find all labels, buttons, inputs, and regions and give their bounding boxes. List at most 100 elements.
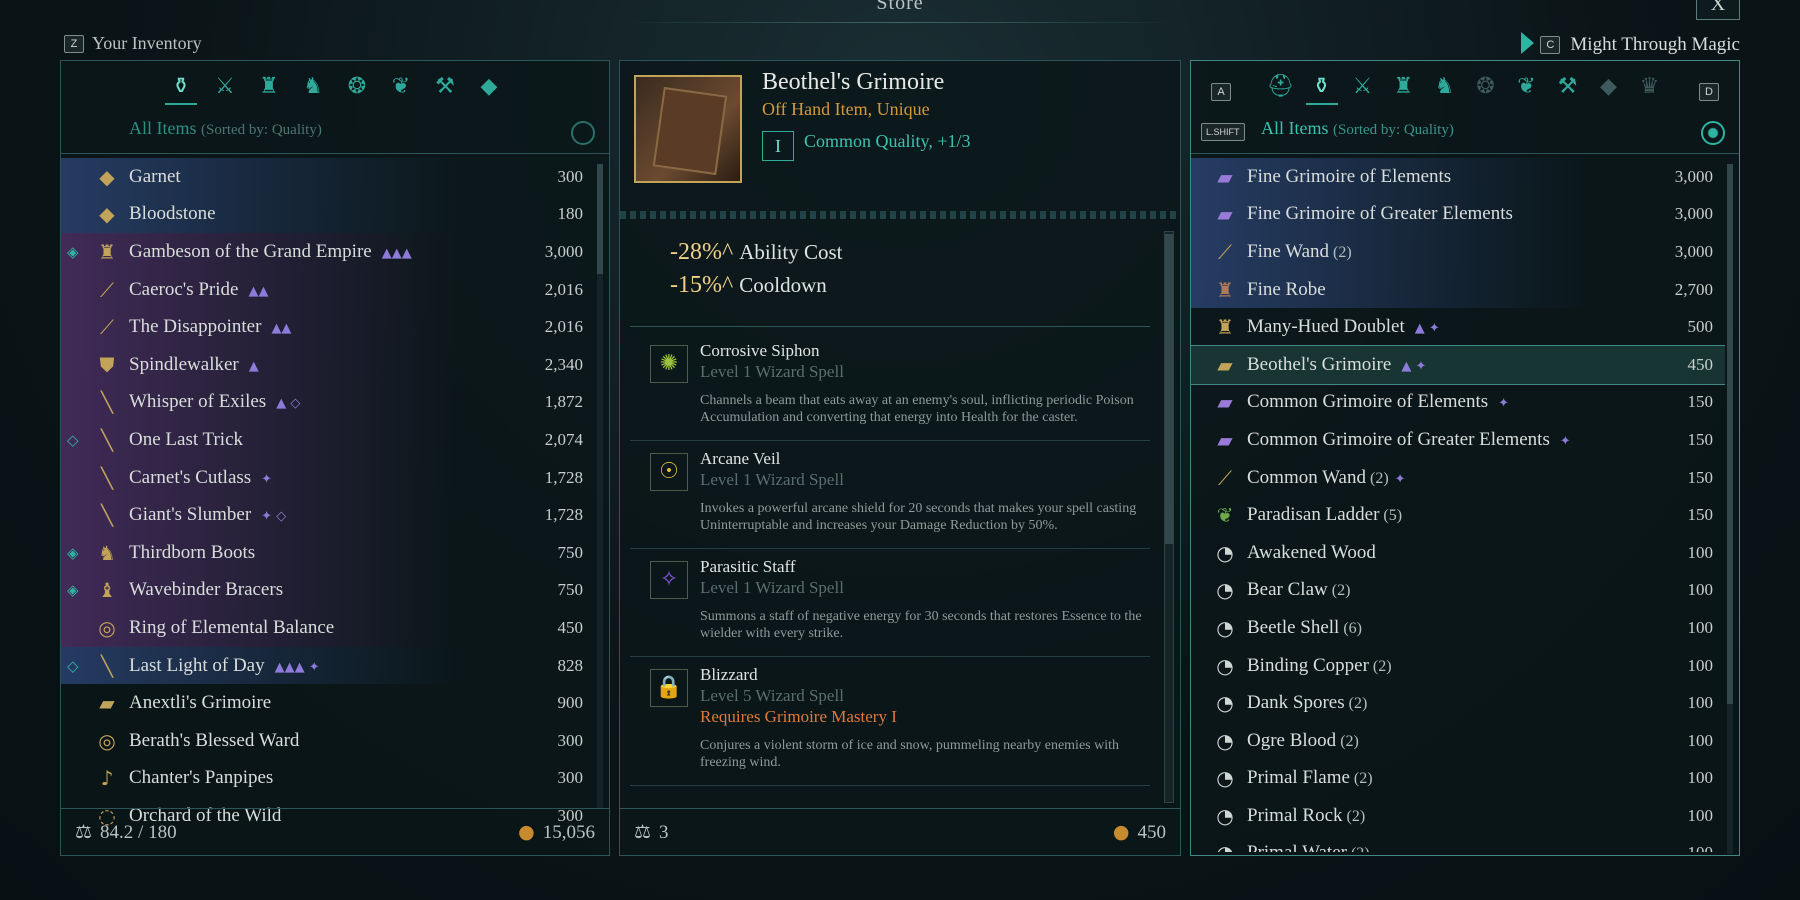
item-row[interactable]: ⛊ Spindlewalker ▲ 2,340 <box>61 345 595 384</box>
siphon-icon: ✺ <box>650 345 688 383</box>
item-price: 150 <box>1687 392 1714 412</box>
spell-entry[interactable]: ✺ Corrosive Siphon Level 1 Wizard Spell Cha… <box>630 333 1150 441</box>
item-row[interactable]: ╲ Giant's Slumber ✦ ◇ 1,728 <box>61 496 595 534</box>
spell-entry[interactable]: ☉ Arcane Veil Level 1 Wizard Spell Invokes … <box>630 441 1150 549</box>
item-row[interactable]: ◔ Ogre Blood (2) 100 <box>1191 722 1725 760</box>
item-price: 100 <box>1643 843 1714 852</box>
item-row[interactable]: ◔ Binding Copper (2) 100 <box>1191 647 1725 685</box>
armor-icon[interactable]: ♜ <box>253 71 285 103</box>
spell-name: Arcane Veil <box>700 449 781 468</box>
item-name: Garnet <box>129 166 513 188</box>
helmet-icon[interactable]: ⛑ <box>1265 71 1297 103</box>
item-row[interactable]: ◔ Primal Rock (2) 100 <box>1191 797 1725 835</box>
item-row[interactable]: ♪ Chanter's Panpipes 300 <box>61 760 595 798</box>
detail-scrollbar[interactable] <box>1164 231 1174 803</box>
item-name: Common Grimoire of Elements ✦ <box>1247 391 1643 413</box>
wand-icon: ⟋ <box>100 315 114 340</box>
boots-icon[interactable]: ♞ <box>1429 71 1461 103</box>
item-row[interactable]: ♜ Fine Robe 2,700 <box>1191 270 1725 309</box>
item-row[interactable]: ▰ Fine Grimoire of Greater Elements 3,000 <box>1191 195 1725 234</box>
item-name: The Disappointer ▲▲ <box>129 316 513 338</box>
inventory-sort[interactable]: All Items (Sorted by: Quality) <box>129 118 322 139</box>
vendor-hotkey: C <box>1540 36 1561 54</box>
gem-icon[interactable]: ◆ <box>1593 71 1625 103</box>
item-label: Giant's Slumber <box>129 504 252 526</box>
item-row[interactable]: ◔ Bear Claw (2) 100 <box>1191 572 1725 610</box>
boots-icon[interactable]: ♞ <box>297 71 329 103</box>
item-label: Beetle Shell <box>1247 616 1340 638</box>
item-upgrade-badge: ✦ <box>1559 433 1571 449</box>
all-items-icon[interactable]: ⚱ <box>1305 71 1338 105</box>
lock-icon: 🔒 <box>650 669 688 707</box>
quantity-value: 3 <box>659 821 669 843</box>
gem-icon[interactable]: ◆ <box>473 71 505 103</box>
inventory-scroll-thumb[interactable] <box>597 164 603 274</box>
item-row[interactable]: ╲ Whisper of Exiles ▲ ◇ 1,872 <box>61 383 595 422</box>
spell-entry[interactable]: ✧ Parasitic Staff Level 1 Wizard Spell Summ… <box>630 549 1150 657</box>
item-row[interactable]: ◔ Primal Flame (2) 100 <box>1191 760 1725 798</box>
item-row[interactable]: ⟋ The Disappointer ▲▲ 2,016 <box>61 308 595 346</box>
item-row[interactable]: ❦ Paradisan Ladder (5) 150 <box>1191 496 1725 534</box>
item-row[interactable]: ◇ ╲ Last Light of Day ▲▲▲ ✦ 828 <box>61 646 595 685</box>
item-row[interactable]: ◈ ♞ Thirdborn Boots 750 <box>61 533 595 572</box>
weapons-icon[interactable]: ⚔ <box>1347 71 1379 103</box>
item-upgrade-badge: ▲ ✦ <box>1401 358 1427 374</box>
item-row[interactable]: ◈ ♝ Wavebinder Bracers 750 <box>61 571 595 610</box>
crown-icon[interactable]: ♛ <box>1634 71 1666 103</box>
material-icon: ◔ <box>1216 691 1234 716</box>
armor-icon[interactable]: ♜ <box>1388 71 1420 103</box>
material-icon: ◔ <box>1216 653 1234 678</box>
item-row[interactable]: ◆ Garnet 300 <box>61 158 595 196</box>
item-row[interactable]: ▰ Anextli's Grimoire 900 <box>61 684 595 722</box>
anvil-icon[interactable]: ⚒ <box>1552 71 1584 103</box>
item-row[interactable]: ◎ Berath's Blessed Ward 300 <box>61 722 595 760</box>
item-row[interactable]: ▰ Common Grimoire of Greater Elements ✦ 150 <box>1191 421 1725 459</box>
item-row[interactable]: ◔ Awakened Wood 100 <box>1191 534 1725 572</box>
all-items-icon[interactable]: ⚱ <box>165 71 197 105</box>
item-row[interactable]: ◇ ╲ One Last Trick 2,074 <box>61 421 595 459</box>
item-stats: -28%^ Ability Cost -15%^ Cooldown <box>670 239 843 305</box>
weapons-icon[interactable]: ⚔ <box>209 71 241 103</box>
inventory-scrollbar[interactable] <box>597 164 603 809</box>
item-row[interactable]: ▰ Fine Grimoire of Elements 3,000 <box>1191 158 1725 196</box>
item-row[interactable]: ◈ ♜ Gambeson of the Grand Empire ▲▲▲ 3,000 <box>61 233 595 271</box>
item-row[interactable]: ♜ Many-Hued Doublet ▲ ✦ 500 <box>1191 308 1725 346</box>
detail-footer: ⚖ 3 ● 450 <box>620 808 1180 855</box>
close-button[interactable]: X <box>1696 0 1740 20</box>
accessories-icon[interactable]: ❂ <box>341 71 373 103</box>
item-row[interactable]: ▰ Common Grimoire of Elements ✦ 150 <box>1191 384 1725 422</box>
item-label: Fine Wand <box>1247 240 1330 262</box>
item-row[interactable]: ⟋ Common Wand (2) ✦ 150 <box>1191 459 1725 497</box>
item-label: Gambeson of the Grand Empire <box>129 240 372 262</box>
materials-icon[interactable]: ❦ <box>1511 71 1543 103</box>
detail-scroll-thumb[interactable] <box>1165 234 1173 544</box>
item-row[interactable]: ⟋ Caeroc's Pride ▲▲ 2,016 <box>61 270 595 309</box>
vendor-sort-toggle-icon[interactable] <box>1701 121 1725 145</box>
anvil-icon[interactable]: ⚒ <box>429 71 461 103</box>
item-row[interactable]: ◔ Beetle Shell (6) 100 <box>1191 609 1725 647</box>
vendor-sort[interactable]: All Items (Sorted by: Quality) <box>1261 118 1454 139</box>
vendor-sort-sub: (Sorted by: Quality) <box>1333 122 1454 138</box>
item-label: Many-Hued Doublet <box>1247 316 1405 338</box>
item-price: 100 <box>1687 655 1714 675</box>
vendor-scrollbar[interactable] <box>1727 164 1733 854</box>
item-row[interactable]: ◔ Primal Water (2) 100 <box>1191 835 1725 852</box>
gold-readout: ● 15,056 <box>518 821 595 844</box>
item-upgrade-badge: ▲▲ <box>271 321 292 337</box>
vendor-list: ▰ Fine Grimoire of Elements 3,000 ▰ Fine Gri… <box>1191 158 1725 852</box>
vendor-scroll-thumb[interactable] <box>1727 164 1733 704</box>
item-row[interactable]: ◎ Ring of Elemental Balance 450 <box>61 609 595 647</box>
materials-icon[interactable]: ❦ <box>385 71 417 103</box>
item-row[interactable]: ◆ Bloodstone 180 <box>61 195 595 234</box>
vendor-arrow-icon[interactable] <box>1521 32 1535 54</box>
item-name: Dank Spores (2) <box>1247 692 1643 714</box>
material-icon: ◔ <box>1216 615 1234 640</box>
vendor-header[interactable]: C Might Through Magic <box>1521 32 1740 56</box>
inventory-sort-toggle-icon[interactable] <box>571 121 595 145</box>
spell-entry[interactable]: 🔒 Blizzard Level 5 Wizard Spell Requires Gr… <box>630 657 1150 786</box>
item-row[interactable]: ▰ Beothel's Grimoire ▲ ✦ 450 <box>1191 344 1725 385</box>
accessories-icon[interactable]: ❂ <box>1470 71 1502 103</box>
item-row[interactable]: ⟋ Fine Wand (2) 3,000 <box>1191 233 1725 271</box>
item-row[interactable]: ╲ Carnet's Cutlass ✦ 1,728 <box>61 458 595 497</box>
item-row[interactable]: ◔ Dank Spores (2) 100 <box>1191 684 1725 722</box>
